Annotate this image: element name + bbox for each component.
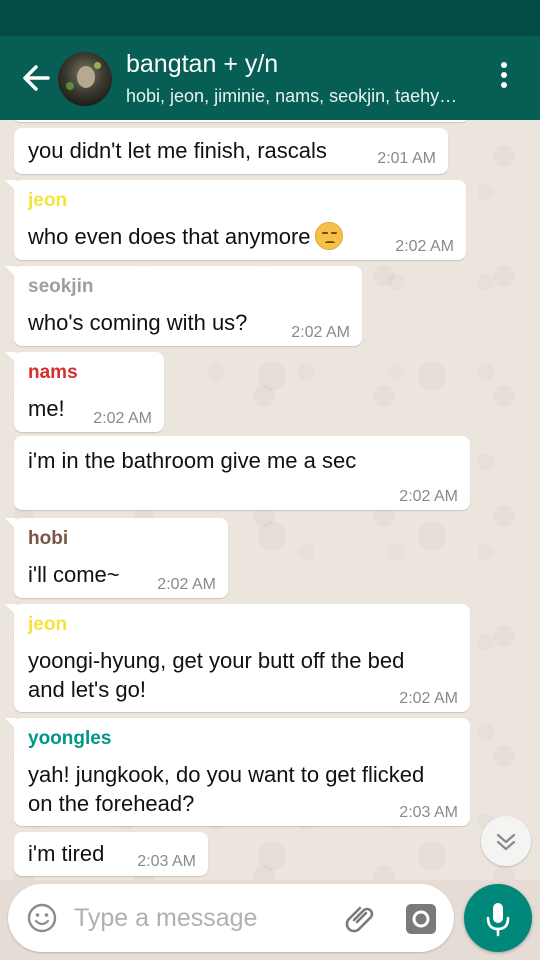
message-text: who's coming with us? xyxy=(28,310,248,335)
scroll-to-bottom-button[interactable] xyxy=(481,816,531,866)
message-time: 2:03 AM xyxy=(399,804,458,821)
smiley-icon xyxy=(27,903,57,933)
message-text: who even does that anymore xyxy=(28,222,343,251)
message-composer xyxy=(8,884,454,952)
message-sender: jeon xyxy=(28,190,68,211)
message-sender: jeon xyxy=(28,614,68,635)
message-time: 2:01 AM xyxy=(377,150,436,167)
more-vertical-icon xyxy=(494,62,514,88)
emoji-button[interactable] xyxy=(26,902,58,934)
message-bubble[interactable]: i'm tired 2:03 AM xyxy=(14,832,208,876)
chat-members[interactable]: hobi, jeon, jiminie, nams, seokjin, taeh… xyxy=(126,86,466,107)
message-text: me! xyxy=(28,396,65,421)
arrow-left-icon xyxy=(23,65,50,91)
message-text: i'm tired xyxy=(28,841,105,866)
message-input[interactable] xyxy=(74,898,324,938)
more-options-button[interactable] xyxy=(494,62,514,94)
message-bubble[interactable]: nams me! 2:02 AM xyxy=(5,352,164,432)
camera-button[interactable] xyxy=(402,900,440,938)
microphone-icon xyxy=(486,903,510,937)
message-text: i'll come~ xyxy=(28,562,120,587)
message-time: 2:02 AM xyxy=(399,488,458,505)
message-time: 2:02 AM xyxy=(93,410,152,427)
back-button[interactable] xyxy=(18,60,58,96)
unamused-face-icon xyxy=(314,222,343,250)
message-list[interactable]: you didn't let me finish, rascals 2:01 A… xyxy=(0,120,540,880)
message-bubble[interactable]: jeon yoongi-hyung, get your butt off the… xyxy=(5,604,470,712)
camera-icon xyxy=(406,904,436,934)
message-sender: seokjin xyxy=(28,276,94,297)
message-bubble[interactable]: seokjin who's coming with us? 2:02 AM xyxy=(5,266,362,346)
voice-message-button[interactable] xyxy=(464,884,532,952)
attach-button[interactable] xyxy=(342,900,380,938)
message-bubble[interactable]: i'm in the bathroom give me a sec 2:02 A… xyxy=(14,436,470,510)
message-time: 2:02 AM xyxy=(399,690,458,707)
message-sender: yoongles xyxy=(28,728,112,749)
message-sender: nams xyxy=(28,362,78,383)
message-time: 2:02 AM xyxy=(291,324,350,341)
message-bubble[interactable]: yoongles yah! jungkook, do you want to g… xyxy=(5,718,470,826)
message-text: yoongi-hyung, get your butt off the bed xyxy=(28,648,405,673)
message-text: yah! jungkook, do you want to get flicke… xyxy=(28,762,425,787)
message-time: 2:02 AM xyxy=(157,576,216,593)
chevron-double-down-icon xyxy=(496,833,516,851)
message-bubble[interactable]: jeon who even does that anymore 2:02 AM xyxy=(5,180,466,260)
message-bubble[interactable]: you didn't let me finish, rascals 2:01 A… xyxy=(14,128,448,174)
message-text: and let's go! xyxy=(28,677,146,702)
message-bubble-cut xyxy=(14,120,468,122)
status-bar xyxy=(0,0,540,36)
group-avatar[interactable] xyxy=(58,52,112,106)
message-text: on the forehead? xyxy=(28,791,195,816)
chat-title[interactable]: bangtan + y/n xyxy=(126,50,278,79)
message-time: 2:03 AM xyxy=(137,853,196,870)
message-sender: hobi xyxy=(28,528,69,549)
chat-header: bangtan + y/n hobi, jeon, jiminie, nams,… xyxy=(0,36,540,120)
message-bubble[interactable]: hobi i'll come~ 2:02 AM xyxy=(5,518,228,598)
message-text: i'm in the bathroom give me a sec xyxy=(28,448,357,473)
paperclip-icon xyxy=(345,906,374,933)
message-text: you didn't let me finish, rascals xyxy=(28,138,327,163)
message-time: 2:02 AM xyxy=(395,238,454,255)
